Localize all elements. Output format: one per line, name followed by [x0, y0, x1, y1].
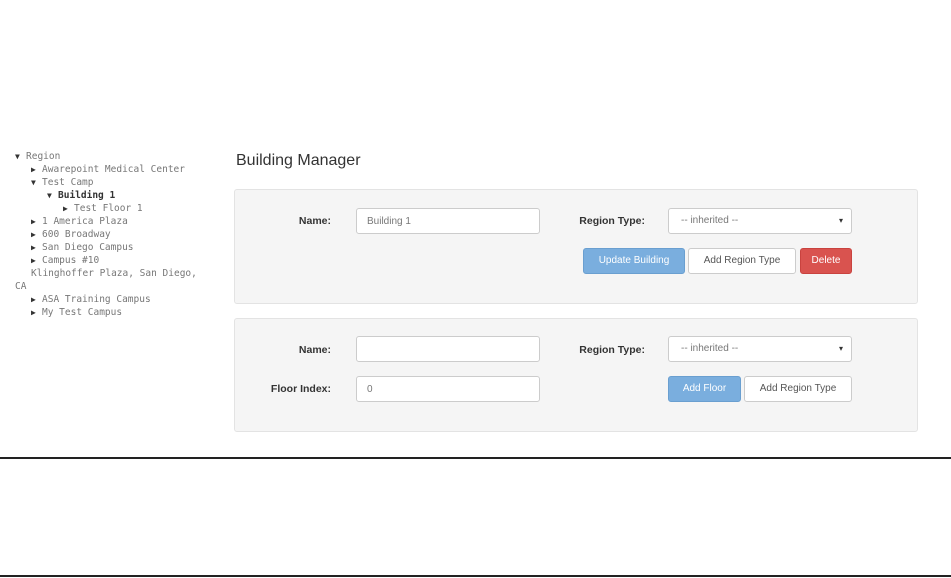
tree-root-label: Region — [26, 151, 61, 162]
caret-down-icon: ▼ — [15, 152, 20, 161]
tree-item-label: 600 Broadway — [42, 229, 111, 240]
floor-form-panel: Name: Region Type: -- inherited -- ▾ Flo… — [234, 318, 918, 432]
chevron-down-icon: ▾ — [838, 344, 843, 353]
divider — [0, 457, 951, 459]
add-region-type-button[interactable]: Add Region Type — [688, 248, 796, 274]
floor-index-input[interactable] — [356, 376, 540, 402]
building-form-panel: Name: Region Type: -- inherited -- ▾ Upd… — [234, 189, 918, 304]
divider — [0, 575, 951, 577]
caret-right-icon: ▶ — [31, 308, 36, 317]
region-tree: ▼ Region ▶ Awarepoint Medical Center ▼ Test… — [15, 150, 215, 319]
caret-right-icon: ▶ — [31, 295, 36, 304]
floor-name-label: Name: — [298, 344, 331, 356]
floor-index-label: Floor Index: — [270, 383, 331, 395]
tree-item-campus-10[interactable]: ▶ Campus #10 — [15, 254, 215, 267]
tree-item-awarepoint[interactable]: ▶ Awarepoint Medical Center — [15, 163, 215, 176]
page-title: Building Manager — [236, 152, 361, 169]
building-name-label: Name: — [298, 215, 331, 227]
tree-item-test-camp[interactable]: ▼ Test Camp — [15, 176, 215, 189]
tree-item-label: Test Floor 1 — [74, 203, 143, 214]
floor-name-input[interactable] — [356, 336, 540, 362]
add-floor-button[interactable]: Add Floor — [668, 376, 741, 402]
tree-item-label: 1 America Plaza — [42, 216, 128, 227]
caret-right-icon: ▶ — [31, 230, 36, 239]
building-region-type-label: Region Type: — [579, 215, 645, 227]
tree-item-label: Building 1 — [58, 190, 116, 201]
tree-item-my-test-campus[interactable]: ▶ My Test Campus — [15, 306, 215, 319]
caret-down-icon: ▼ — [47, 191, 52, 200]
tree-item-label: Awarepoint Medical Center — [42, 164, 185, 175]
tree-item-building-1[interactable]: ▼ Building 1 — [15, 189, 215, 202]
floor-region-type-value: -- inherited -- — [681, 343, 739, 354]
tree-item-label: Klinghoffer Plaza, San Diego, CA — [15, 268, 197, 292]
tree-item-label: San Diego Campus — [42, 242, 134, 253]
update-building-button[interactable]: Update Building — [583, 248, 685, 274]
building-name-input[interactable] — [356, 208, 540, 234]
caret-right-icon: ▶ — [31, 243, 36, 252]
tree-item-600-broadway[interactable]: ▶ 600 Broadway — [15, 228, 215, 241]
tree-item-klinghoffer-plaza[interactable]: Klinghoffer Plaza, San Diego, CA — [15, 267, 215, 293]
chevron-down-icon: ▾ — [838, 216, 843, 225]
floor-region-type-select[interactable]: -- inherited -- ▾ — [668, 336, 852, 362]
tree-item-label: ASA Training Campus — [42, 294, 151, 305]
delete-button[interactable]: Delete — [800, 248, 852, 274]
caret-right-icon: ▶ — [31, 217, 36, 226]
tree-item-test-floor-1[interactable]: ▶ Test Floor 1 — [15, 202, 215, 215]
tree-item-asa-training-campus[interactable]: ▶ ASA Training Campus — [15, 293, 215, 306]
building-region-type-value: -- inherited -- — [681, 215, 739, 226]
tree-item-san-diego-campus[interactable]: ▶ San Diego Campus — [15, 241, 215, 254]
tree-item-label: My Test Campus — [42, 307, 123, 318]
tree-item-1-america-plaza[interactable]: ▶ 1 America Plaza — [15, 215, 215, 228]
building-region-type-select[interactable]: -- inherited -- ▾ — [668, 208, 852, 234]
caret-right-icon: ▶ — [63, 204, 68, 213]
tree-item-label: Test Camp — [42, 177, 94, 188]
floor-region-type-label: Region Type: — [579, 344, 645, 356]
tree-root[interactable]: ▼ Region — [15, 150, 215, 163]
caret-right-icon: ▶ — [31, 256, 36, 265]
floor-add-region-type-button[interactable]: Add Region Type — [744, 376, 852, 402]
caret-down-icon: ▼ — [31, 178, 36, 187]
tree-item-label: Campus #10 — [42, 255, 100, 266]
caret-right-icon: ▶ — [31, 165, 36, 174]
